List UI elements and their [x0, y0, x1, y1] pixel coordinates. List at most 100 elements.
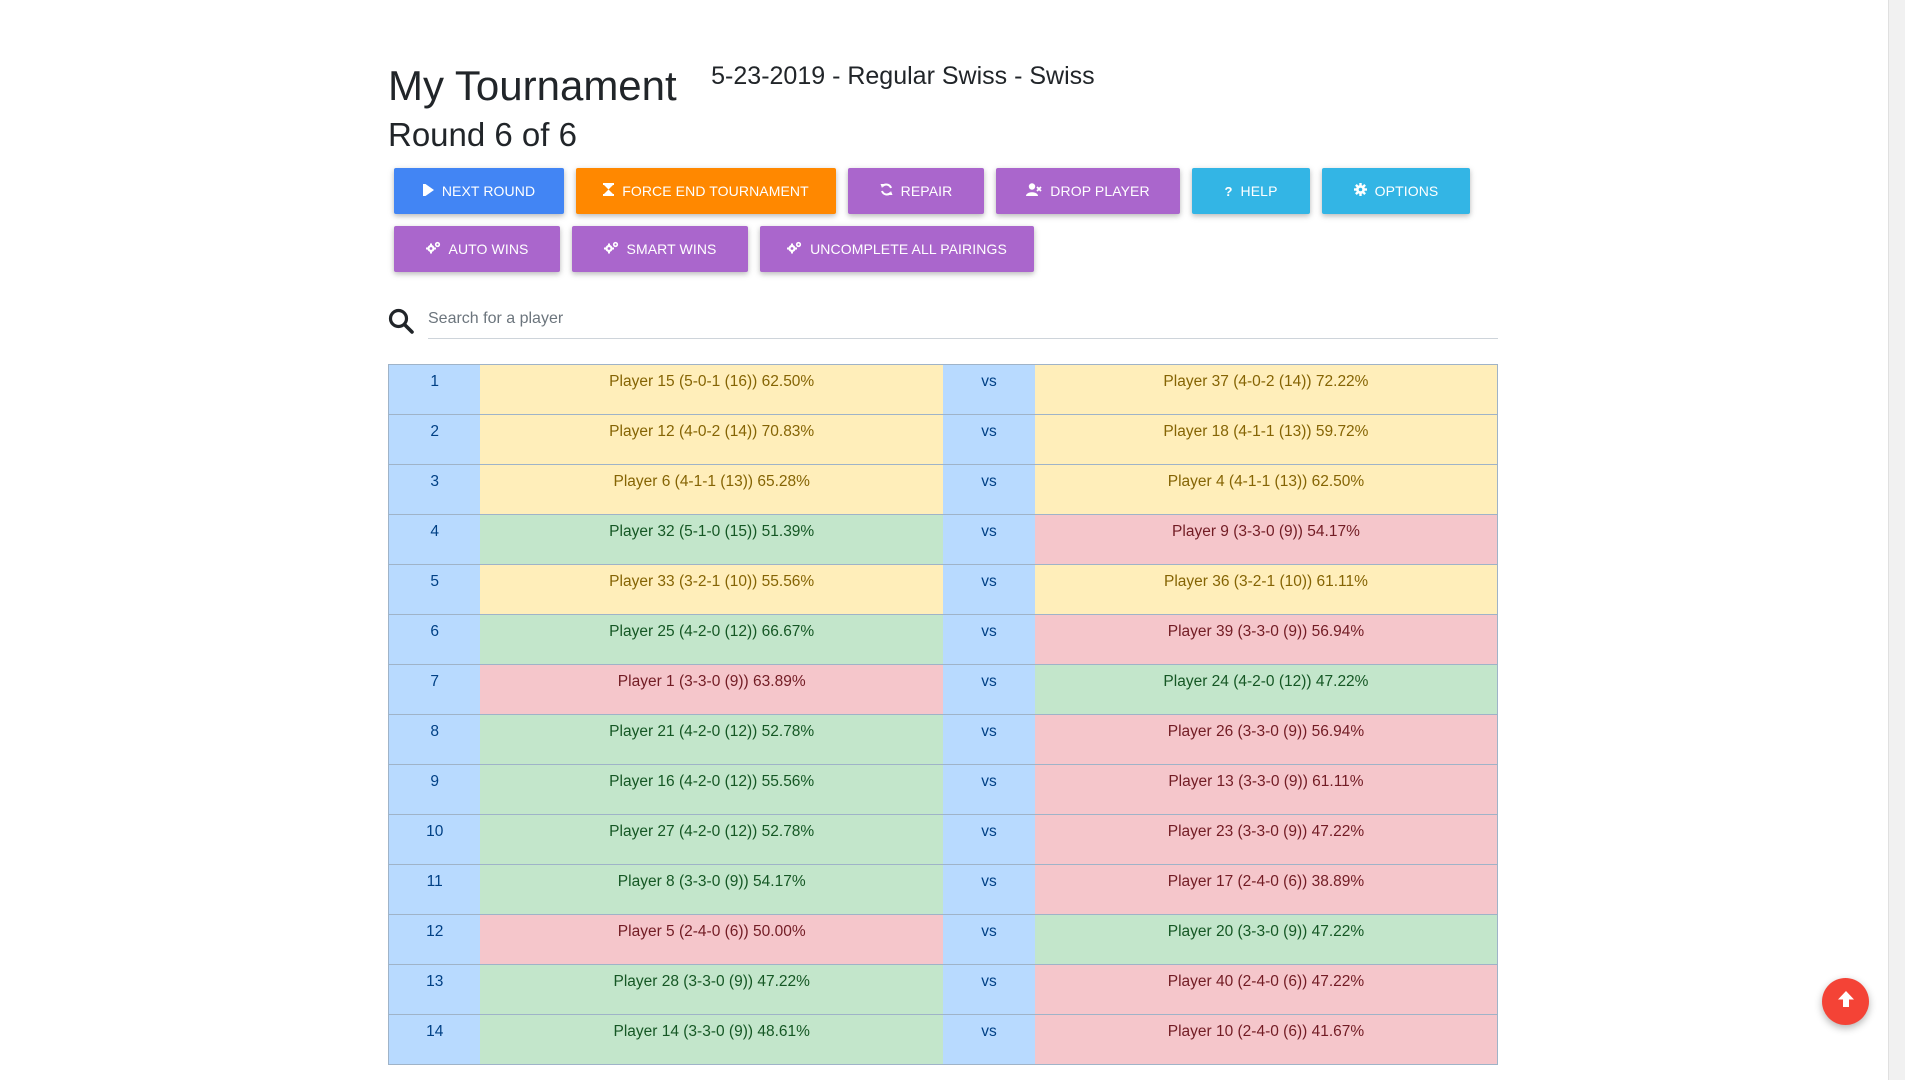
pairing-row: 4 Player 32 (5-1-0 (15)) 51.39% vs Player 9… — [388, 514, 1498, 565]
player-one-cell[interactable]: Player 21 (4-2-0 (12)) 52.78% — [480, 714, 943, 765]
arrow-up-icon — [1837, 990, 1855, 1013]
player-two-cell[interactable]: Player 36 (3-2-1 (10)) 61.11% — [1034, 564, 1498, 615]
player-one-cell[interactable]: Player 14 (3-3-0 (9)) 48.61% — [480, 1014, 943, 1065]
question-icon: ? — [1224, 183, 1233, 199]
player-two-cell[interactable]: Player 39 (3-3-0 (9)) 56.94% — [1034, 614, 1498, 665]
vs-label: vs — [942, 714, 1035, 765]
help-label: HELP — [1240, 183, 1278, 199]
pairings-table: 1 Player 15 (5-0-1 (16)) 62.50% vs Player 3… — [388, 364, 1498, 1065]
player-two-cell[interactable]: Player 9 (3-3-0 (9)) 54.17% — [1034, 514, 1498, 565]
gears-icon — [787, 241, 802, 257]
repair-button[interactable]: REPAIR — [848, 168, 984, 214]
table-number: 3 — [388, 464, 481, 515]
smart-wins-button[interactable]: SMART WINS — [572, 226, 748, 272]
table-number: 13 — [388, 964, 481, 1015]
help-button[interactable]: ? HELP — [1192, 168, 1310, 214]
table-number: 2 — [388, 414, 481, 465]
pairing-row: 7 Player 1 (3-3-0 (9)) 63.89% vs Player 24 … — [388, 664, 1498, 715]
tournament-subtitle: 5-23-2019 - Regular Swiss - Swiss — [711, 62, 1095, 90]
drop-player-label: DROP PLAYER — [1050, 183, 1150, 199]
force-end-label: FORCE END TOURNAMENT — [622, 183, 809, 199]
pairing-row: 3 Player 6 (4-1-1 (13)) 65.28% vs Player 4 … — [388, 464, 1498, 515]
vs-label: vs — [942, 364, 1035, 415]
auto-wins-button[interactable]: AUTO WINS — [394, 226, 560, 272]
table-number: 12 — [388, 914, 481, 965]
round-indicator: Round 6 of 6 — [388, 116, 577, 153]
vs-label: vs — [942, 864, 1035, 915]
table-number: 7 — [388, 664, 481, 715]
uncomplete-all-pairings-button[interactable]: UNCOMPLETE ALL PAIRINGS — [760, 226, 1034, 272]
pairing-row: 5 Player 33 (3-2-1 (10)) 55.56% vs Player 3… — [388, 564, 1498, 615]
toolbar-row-1: NEXT ROUND FORCE END TOURNAMENT REPAIR D… — [394, 168, 1470, 214]
page-scrollbar[interactable] — [1888, 0, 1905, 1080]
player-two-cell[interactable]: Player 10 (2-4-0 (6)) 41.67% — [1034, 1014, 1498, 1065]
user-remove-icon — [1026, 183, 1042, 199]
pairing-row: 1 Player 15 (5-0-1 (16)) 62.50% vs Player 3… — [388, 364, 1498, 415]
force-end-tournament-button[interactable]: FORCE END TOURNAMENT — [576, 168, 836, 214]
table-number: 1 — [388, 364, 481, 415]
player-one-cell[interactable]: Player 25 (4-2-0 (12)) 66.67% — [480, 614, 943, 665]
player-one-cell[interactable]: Player 27 (4-2-0 (12)) 52.78% — [480, 814, 943, 865]
drop-player-button[interactable]: DROP PLAYER — [996, 168, 1180, 214]
pairing-row: 9 Player 16 (4-2-0 (12)) 55.56% vs Player 1… — [388, 764, 1498, 815]
hourglass-icon — [603, 183, 615, 199]
title-row: My Tournament 5-23-2019 - Regular Swiss … — [388, 62, 1095, 110]
gears-icon — [603, 241, 619, 257]
table-number: 9 — [388, 764, 481, 815]
player-two-cell[interactable]: Player 26 (3-3-0 (9)) 56.94% — [1034, 714, 1498, 765]
vs-label: vs — [942, 1014, 1035, 1065]
pairing-row: 12 Player 5 (2-4-0 (6)) 50.00% vs Player 20… — [388, 914, 1498, 965]
gear-icon — [1353, 183, 1367, 199]
player-two-cell[interactable]: Player 17 (2-4-0 (6)) 38.89% — [1034, 864, 1498, 915]
pairing-row: 11 Player 8 (3-3-0 (9)) 54.17% vs Player 17… — [388, 864, 1498, 915]
options-button[interactable]: OPTIONS — [1322, 168, 1470, 214]
player-two-cell[interactable]: Player 13 (3-3-0 (9)) 61.11% — [1034, 764, 1498, 815]
player-two-cell[interactable]: Player 37 (4-0-2 (14)) 72.22% — [1034, 364, 1498, 415]
table-number: 14 — [388, 1014, 481, 1065]
vs-label: vs — [942, 514, 1035, 565]
skip-icon — [422, 183, 434, 199]
pairing-row: 13 Player 28 (3-3-0 (9)) 47.22% vs Player 4… — [388, 964, 1498, 1015]
pairing-row: 8 Player 21 (4-2-0 (12)) 52.78% vs Player 2… — [388, 714, 1498, 765]
options-label: OPTIONS — [1374, 183, 1439, 199]
player-one-cell[interactable]: Player 6 (4-1-1 (13)) 65.28% — [480, 464, 943, 515]
pairing-row: 10 Player 27 (4-2-0 (12)) 52.78% vs Player … — [388, 814, 1498, 865]
player-one-cell[interactable]: Player 1 (3-3-0 (9)) 63.89% — [480, 664, 943, 715]
next-round-label: NEXT ROUND — [441, 183, 536, 199]
table-number: 4 — [388, 514, 481, 565]
table-number: 11 — [388, 864, 481, 915]
player-two-cell[interactable]: Player 24 (4-2-0 (12)) 47.22% — [1034, 664, 1498, 715]
player-two-cell[interactable]: Player 4 (4-1-1 (13)) 62.50% — [1034, 464, 1498, 515]
auto-wins-label: AUTO WINS — [448, 241, 529, 257]
player-one-cell[interactable]: Player 33 (3-2-1 (10)) 55.56% — [480, 564, 943, 615]
vs-label: vs — [942, 464, 1035, 515]
page-title: My Tournament — [388, 62, 677, 109]
next-round-button[interactable]: NEXT ROUND — [394, 168, 564, 214]
player-one-cell[interactable]: Player 12 (4-0-2 (14)) 70.83% — [480, 414, 943, 465]
table-number: 8 — [388, 714, 481, 765]
player-one-cell[interactable]: Player 5 (2-4-0 (6)) 50.00% — [480, 914, 943, 965]
player-one-cell[interactable]: Player 16 (4-2-0 (12)) 55.56% — [480, 764, 943, 815]
player-one-cell[interactable]: Player 15 (5-0-1 (16)) 62.50% — [480, 364, 943, 415]
vs-label: vs — [942, 614, 1035, 665]
player-one-cell[interactable]: Player 28 (3-3-0 (9)) 47.22% — [480, 964, 943, 1015]
pairing-row: 2 Player 12 (4-0-2 (14)) 70.83% vs Player 1… — [388, 414, 1498, 465]
gears-icon — [425, 241, 441, 257]
scroll-top-button[interactable] — [1822, 978, 1869, 1025]
table-number: 6 — [388, 614, 481, 665]
vs-label: vs — [942, 914, 1035, 965]
smart-wins-label: SMART WINS — [626, 241, 717, 257]
search-input[interactable] — [428, 300, 1498, 339]
player-two-cell[interactable]: Player 40 (2-4-0 (6)) 47.22% — [1034, 964, 1498, 1015]
player-two-cell[interactable]: Player 23 (3-3-0 (9)) 47.22% — [1034, 814, 1498, 865]
vs-label: vs — [942, 764, 1035, 815]
vs-label: vs — [942, 964, 1035, 1015]
player-one-cell[interactable]: Player 8 (3-3-0 (9)) 54.17% — [480, 864, 943, 915]
table-number: 10 — [388, 814, 481, 865]
vs-label: vs — [942, 814, 1035, 865]
refresh-icon — [880, 183, 893, 199]
player-one-cell[interactable]: Player 32 (5-1-0 (15)) 51.39% — [480, 514, 943, 565]
player-two-cell[interactable]: Player 20 (3-3-0 (9)) 47.22% — [1034, 914, 1498, 965]
player-two-cell[interactable]: Player 18 (4-1-1 (13)) 59.72% — [1034, 414, 1498, 465]
vs-label: vs — [942, 664, 1035, 715]
